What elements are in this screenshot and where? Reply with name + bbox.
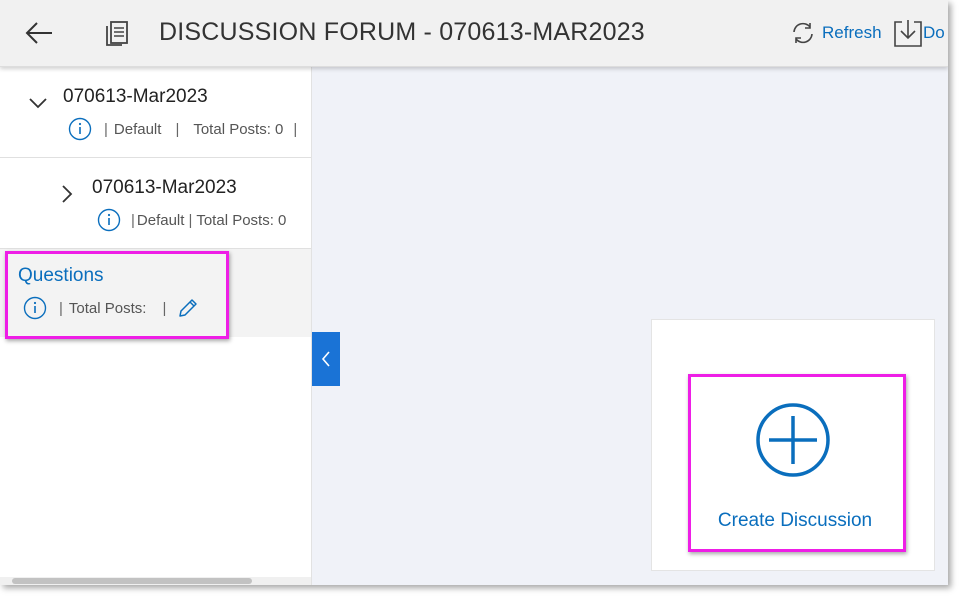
back-button[interactable]	[24, 18, 56, 48]
tree-node-title: 070613-Mar2023	[92, 177, 237, 198]
meta-separator: |	[162, 299, 167, 317]
forum-icon	[102, 18, 132, 48]
meta-separator: |	[188, 211, 193, 229]
download-label: Do	[923, 23, 945, 42]
tree-node-title: Questions	[18, 265, 104, 286]
create-discussion-button[interactable]: Create Discussion	[692, 380, 898, 548]
meta-default: Default	[113, 120, 162, 138]
meta-separator: |	[59, 299, 63, 317]
tree-node-course[interactable]: 070613-Mar2023 | Default | Total Posts: …	[0, 67, 311, 158]
refresh-button[interactable]: Refresh	[790, 20, 882, 46]
scrollbar-thumb[interactable]	[12, 578, 252, 584]
meta-separator: |	[293, 120, 298, 138]
meta-separator: |	[131, 211, 135, 229]
page-title: DISCUSSION FORUM - 070613-MAR2023	[159, 18, 645, 46]
create-discussion-card: Create Discussion	[651, 319, 935, 571]
info-icon[interactable]	[23, 296, 47, 320]
info-icon[interactable]	[68, 117, 92, 141]
collapse-sidebar-button[interactable]	[312, 332, 340, 386]
forum-window: DISCUSSION FORUM - 070613-MAR2023 Refres…	[0, 0, 948, 585]
arrow-left-icon	[25, 22, 52, 44]
tree-node-title: 070613-Mar2023	[63, 86, 208, 107]
tree-node-meta: | Total Posts: |	[23, 296, 200, 320]
meta-separator: |	[175, 120, 180, 138]
refresh-icon	[793, 22, 813, 44]
sidebar-tree: 070613-Mar2023 | Default | Total Posts: …	[0, 67, 312, 585]
horizontal-scrollbar[interactable]	[0, 577, 311, 585]
meta-separator: |	[104, 120, 108, 138]
tree-node-forum[interactable]: 070613-Mar2023 | Default | Total Posts: …	[0, 158, 311, 249]
chevron-right-icon[interactable]	[60, 184, 74, 204]
meta-total-posts: Total Posts: 0	[196, 211, 287, 229]
tree-node-meta: | Default | Total Posts: 0	[97, 208, 286, 232]
download-icon	[894, 20, 922, 47]
header-bar: DISCUSSION FORUM - 070613-MAR2023 Refres…	[0, 0, 948, 67]
meta-total-posts: Total Posts: 0	[193, 120, 284, 138]
chevron-down-icon[interactable]	[28, 96, 48, 110]
create-discussion-label: Create Discussion	[717, 510, 873, 531]
plus-circle-icon	[756, 403, 830, 477]
info-icon[interactable]	[97, 208, 121, 232]
chevron-left-icon	[321, 351, 330, 367]
main-panel: Create Discussion	[312, 67, 948, 585]
pencil-icon[interactable]	[176, 296, 200, 320]
tree-node-meta: | Default | Total Posts: 0 |	[68, 117, 303, 141]
refresh-label: Refresh	[822, 23, 882, 42]
download-button[interactable]: Do	[893, 18, 945, 48]
tree-node-questions[interactable]: Questions | Total Posts: |	[0, 249, 311, 337]
meta-default: Default	[136, 211, 185, 229]
meta-total-posts: Total Posts:	[68, 299, 147, 317]
